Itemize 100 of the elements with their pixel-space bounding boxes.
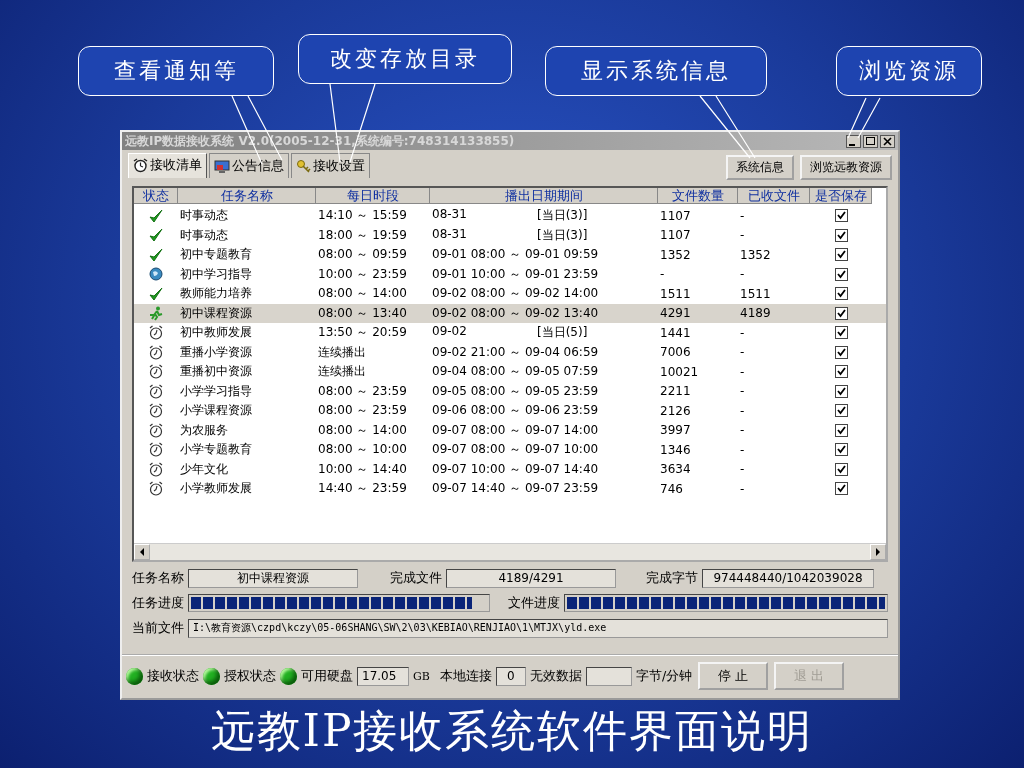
checkbox[interactable] — [834, 404, 848, 418]
table-cell-text: 09-02 — [431, 324, 468, 341]
table-cell-text: 09-05 08:00 ～ 09-05 23:59 — [431, 382, 599, 400]
table-row[interactable]: 初中课程资源 08:00 ～ 13:40 09-02 08:00 ～ 09-02 13:40 4291 4189 — [134, 303, 886, 323]
checkbox[interactable] — [834, 423, 848, 437]
table-cell-text: 初中课程资源 — [179, 304, 252, 322]
column-header[interactable]: 播出日期期间 — [430, 188, 658, 204]
maximize-icon[interactable] — [863, 134, 878, 148]
table-cell-text: - — [659, 267, 665, 282]
scroll-left-button[interactable] — [134, 544, 150, 560]
toolbar-button[interactable]: 系统信息 — [726, 154, 794, 180]
right-arrow-icon — [875, 548, 881, 556]
checkbox[interactable] — [834, 365, 848, 379]
table-cell-text: - — [739, 403, 745, 418]
table-cell-text: 09-01 08:00 ～ 09-01 09:59 — [431, 246, 599, 264]
table-row[interactable]: 小学课程资源 08:00 ～ 23:59 09-06 08:00 ～ 09-06 23:59 2126 - — [134, 401, 886, 421]
alarm-clock-icon — [149, 325, 163, 341]
checkbox[interactable] — [834, 267, 848, 281]
table-cell-text: 09-07 08:00 ～ 09-07 14:00 — [431, 421, 599, 439]
tab[interactable]: 公告信息 — [209, 153, 289, 178]
table-cell-text: 初中专题教育 — [179, 246, 252, 264]
table-row[interactable]: 时事动态 18:00 ～ 19:59 08-31 [当日(3)] 1107 - — [134, 225, 886, 245]
checkbox[interactable] — [834, 384, 848, 398]
table-cell-text: - — [739, 442, 745, 457]
globe-icon — [149, 267, 163, 282]
table-row[interactable]: 教师能力培养 08:00 ～ 14:00 09-02 08:00 ～ 09-02 14:00 1511 1511 — [134, 284, 886, 304]
table-cell-text: - — [739, 267, 745, 282]
callout-bubble: 浏览资源 — [836, 46, 982, 96]
table-cell-text: 08:00 ～ 23:59 — [317, 402, 407, 420]
table-cell-text: 08:00 ～ 14:00 — [317, 285, 407, 303]
table-cell-text: 09-07 14:40 ～ 09-07 23:59 — [431, 480, 599, 498]
toolbar-button[interactable]: 浏览远教资源 — [800, 154, 892, 180]
checkbox[interactable] — [834, 345, 848, 359]
table-cell-text: 08:00 ～ 09:59 — [317, 246, 407, 264]
table-cell-text: 13:50 ～ 20:59 — [317, 324, 407, 342]
column-header[interactable]: 任务名称 — [178, 188, 316, 204]
alarm-clock-icon — [149, 422, 163, 438]
table-row[interactable]: 小学学习指导 08:00 ～ 23:59 09-05 08:00 ～ 09-05 23:59 2211 - — [134, 381, 886, 401]
action-button[interactable]: 停 止 — [698, 662, 769, 690]
checkbox[interactable] — [834, 462, 848, 476]
table-cell-text: 14:40 ～ 23:59 — [317, 480, 407, 498]
tab[interactable]: 接收清单 — [128, 153, 207, 178]
table-cell-text: 1441 — [659, 325, 691, 340]
table-cell-text: 09-04 08:00 ～ 09-05 07:59 — [431, 363, 599, 381]
check-mark-icon — [149, 208, 163, 223]
alarm-clock-icon — [149, 442, 163, 458]
column-header[interactable]: 已收文件 — [738, 188, 810, 204]
table-row[interactable]: 小学教师发展 14:40 ～ 23:59 09-07 14:40 ～ 09-07 23:59 746 - — [134, 479, 886, 499]
checkbox[interactable] — [834, 443, 848, 457]
table-row[interactable]: 初中专题教育 08:00 ～ 09:59 09-01 08:00 ～ 09-01 09:59 1352 1352 — [134, 245, 886, 265]
table-cell-text: 1511 — [659, 286, 691, 301]
table-row[interactable]: 时事动态 14:10 ～ 15:59 08-31 [当日(3)] 1107 - — [134, 206, 886, 226]
table-cell-text: - — [739, 208, 745, 223]
checkbox[interactable] — [834, 287, 848, 301]
table-cell-text: 09-02 08:00 ～ 09-02 14:00 — [431, 285, 599, 303]
checkbox[interactable] — [834, 482, 848, 496]
minimize-icon[interactable] — [846, 134, 861, 148]
table-cell-text: 08-31 — [431, 226, 468, 243]
table-row[interactable]: 少年文化 10:00 ～ 14:40 09-07 10:00 ～ 09-07 14:40 3634 - — [134, 459, 886, 479]
horizontal-scrollbar[interactable] — [134, 543, 886, 560]
table-row[interactable]: 初中学习指导 10:00 ～ 23:59 09-01 10:00 ～ 09-01 23:59 - - — [134, 264, 886, 284]
table-cell-text: 连续播出 — [317, 343, 366, 361]
alarm-clock-icon — [149, 344, 163, 360]
scroll-right-button[interactable] — [870, 544, 886, 560]
close-icon[interactable] — [880, 134, 895, 148]
table-row[interactable]: 为农服务 08:00 ～ 14:00 09-07 08:00 ～ 09-07 14:00 3997 - — [134, 420, 886, 440]
table-cell-text: 1352 — [659, 247, 691, 262]
column-header[interactable]: 每日时段 — [316, 188, 430, 204]
table-cell-text: - — [739, 325, 745, 340]
column-header[interactable]: 是否保存 — [810, 188, 872, 204]
status-label: 本地连接 — [439, 667, 492, 685]
table-row[interactable]: 小学专题教育 08:00 ～ 10:00 09-07 08:00 ～ 09-07 10:00 1346 - — [134, 440, 886, 460]
field-label: 文件进度 — [508, 594, 560, 612]
check-mark-icon — [149, 228, 163, 243]
checkbox[interactable] — [834, 326, 848, 340]
tab[interactable]: 接收设置 — [291, 153, 370, 178]
table-cell-text: 09-02 21:00 ～ 09-04 06:59 — [431, 343, 599, 361]
table-cell-text: 1107 — [659, 228, 691, 243]
table-cell-text: 2211 — [659, 384, 691, 399]
table-cell-text: 小学专题教育 — [179, 441, 252, 459]
checkbox[interactable] — [834, 306, 848, 320]
column-header[interactable]: 状态 — [134, 188, 178, 204]
status-light — [280, 667, 297, 685]
checkbox[interactable] — [834, 209, 848, 223]
status-label: 可用硬盘 — [301, 667, 353, 685]
table-row[interactable]: 初中教师发展 13:50 ～ 20:59 09-02 [当日(5)] 1441 - — [134, 323, 886, 343]
table-cell-text: 教师能力培养 — [179, 285, 252, 303]
table-row[interactable]: 重播小学资源 连续播出 09-02 21:00 ～ 09-04 06:59 7006 - — [134, 342, 886, 362]
table-cell-text: 1352 — [739, 247, 771, 262]
table-cell-text: 7006 — [659, 345, 691, 360]
status-label: 授权状态 — [224, 667, 276, 685]
left-arrow-icon — [139, 548, 145, 556]
table-cell-text: 10:00 ～ 14:40 — [317, 460, 407, 478]
checkbox[interactable] — [834, 228, 848, 242]
column-header[interactable]: 文件数量 — [658, 188, 738, 204]
table-row[interactable]: 重播初中资源 连续播出 09-04 08:00 ～ 09-05 07:59 10021 - — [134, 362, 886, 382]
checkbox[interactable] — [834, 248, 848, 262]
check-mark-icon — [149, 286, 163, 301]
running-figure-icon — [149, 305, 163, 321]
table-cell-text: - — [739, 481, 745, 496]
